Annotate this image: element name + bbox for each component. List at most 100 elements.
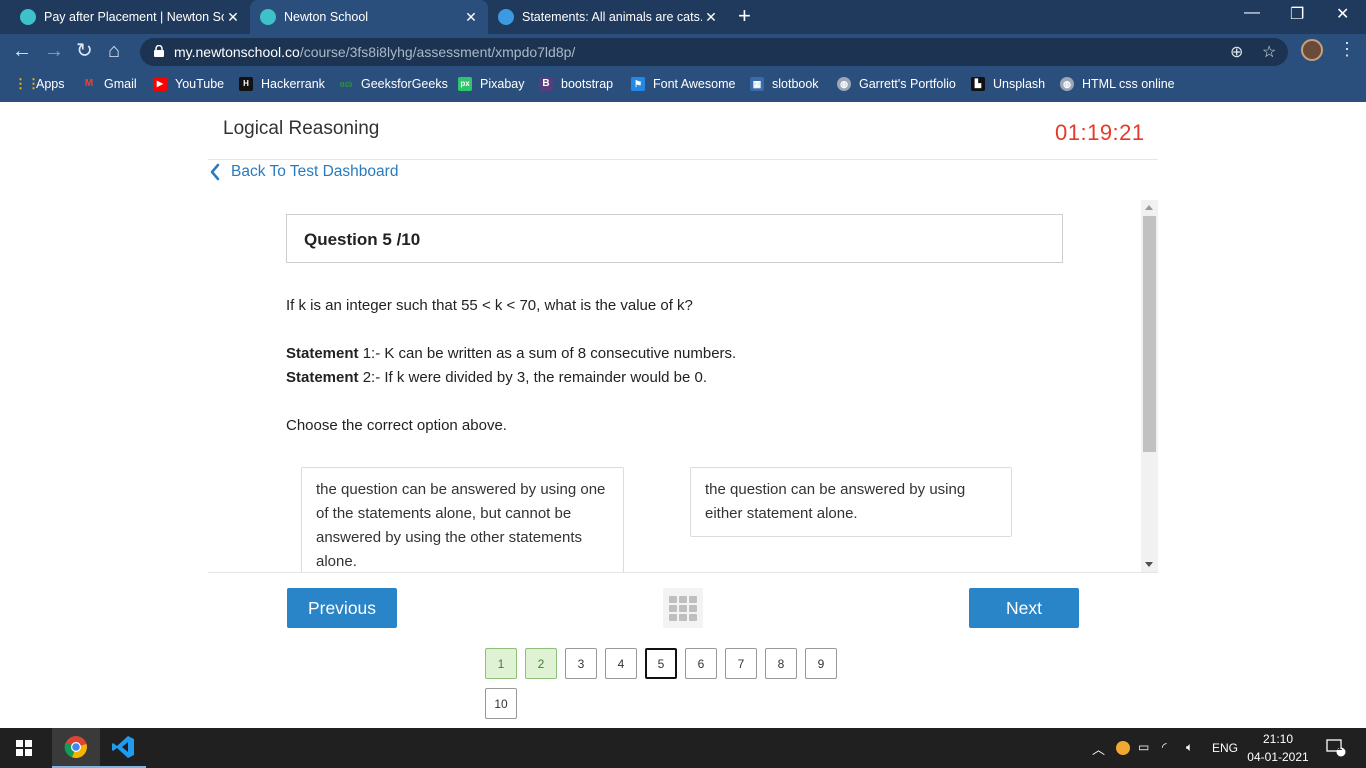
question-nav-7[interactable]: 7 — [725, 648, 757, 679]
reload-icon[interactable]: ↻ — [76, 40, 93, 62]
apps-grid-icon: ⋮⋮ — [14, 76, 40, 91]
newton-school-favicon-icon — [20, 9, 36, 25]
tab-title: Newton School — [284, 10, 369, 24]
chrome-taskbar-icon[interactable] — [52, 728, 100, 768]
question-nav-1[interactable]: 1 — [485, 648, 517, 679]
wifi-icon[interactable]: ◜ — [1162, 740, 1167, 754]
weather-icon[interactable] — [1114, 728, 1132, 768]
bookmark-slotbook[interactable]: ▦ slotbook — [750, 77, 819, 91]
question-grid-toggle-icon[interactable] — [663, 588, 703, 628]
home-icon[interactable]: ⌂ — [108, 40, 120, 62]
slotbook-icon: ▦ — [750, 77, 764, 91]
statement-1: Statement 1:- K can be written as a sum … — [286, 345, 736, 362]
battery-icon[interactable]: ▭ — [1138, 740, 1149, 754]
back-link-label: Back To Test Dashboard — [231, 163, 399, 180]
bookmark-hackerrank[interactable]: H Hackerrank — [239, 77, 325, 91]
tab-title: Pay after Placement | Newton Sch — [44, 10, 224, 24]
scroll-up-arrow-icon[interactable] — [1145, 205, 1153, 210]
volume-icon[interactable]: 🔈︎ — [1186, 740, 1193, 755]
browser-menu-icon[interactable]: ⋮ — [1338, 39, 1356, 60]
notification-count: 1 — [1337, 742, 1343, 752]
question-number: Question 5 /10 — [304, 230, 421, 249]
page-title: Logical Reasoning — [223, 118, 380, 139]
bookmark-youtube[interactable]: ▶ YouTube — [153, 77, 224, 91]
add-icon[interactable]: ⊕ — [1230, 42, 1243, 62]
bookmark-label: GeeksforGeeks — [361, 77, 448, 91]
restore-icon[interactable]: ❐ — [1290, 4, 1304, 24]
question-nav-3[interactable]: 3 — [565, 648, 597, 679]
close-tab-icon[interactable]: ✕ — [702, 9, 720, 26]
bookmark-label: Pixabay — [480, 77, 525, 91]
question-nav-4[interactable]: 4 — [605, 648, 637, 679]
bookmark-geeksforgeeks[interactable]: ɞɷ GeeksforGeeks — [339, 77, 448, 91]
gmail-icon: M — [84, 78, 94, 89]
url-text: my.newtonschool.co/course/3fs8i8lyhg/ass… — [174, 44, 575, 60]
hackerrank-icon: H — [239, 77, 253, 91]
windows-start-icon[interactable] — [0, 728, 48, 768]
globe-icon: ◍ — [1060, 77, 1074, 91]
tab-pay-after-placement[interactable]: Pay after Placement | Newton Sch ✕ — [0, 0, 250, 34]
question-prompt: If k is an integer such that 55 < k < 70… — [286, 297, 693, 314]
bookmark-html-css-online[interactable]: ◍ HTML css online — [1060, 77, 1175, 91]
scrollbar-thumb[interactable] — [1143, 216, 1156, 452]
close-tab-icon[interactable]: ✕ — [462, 9, 480, 26]
unsplash-icon: ▙ — [971, 77, 985, 91]
bookmark-label: Hackerrank — [261, 77, 325, 91]
question-nav-9[interactable]: 9 — [805, 648, 837, 679]
statement-label: Statement — [286, 369, 359, 386]
url-host: my.newtonschool.co — [174, 44, 300, 60]
bookmark-label: Apps — [36, 77, 65, 91]
clock-date[interactable]: 04-01-2021 — [1245, 750, 1311, 764]
clock-time[interactable]: 21:10 — [1245, 732, 1311, 746]
back-to-dashboard-link[interactable]: Back To Test Dashboard — [209, 163, 398, 181]
statement-text: 2:- If k were divided by 3, the remainde… — [358, 369, 708, 386]
notification-center-icon[interactable]: 1 — [1320, 728, 1352, 768]
back-arrow-icon[interactable]: ← — [12, 40, 32, 62]
next-button[interactable]: Next — [969, 588, 1079, 628]
new-tab-icon[interactable]: + — [738, 5, 751, 27]
header-divider — [208, 159, 1158, 160]
minimize-icon[interactable]: — — [1244, 4, 1260, 22]
question-panel: Question 5 /10 If k is an integer such t… — [208, 200, 1158, 572]
bookmark-star-icon[interactable]: ☆ — [1262, 42, 1276, 62]
forward-arrow-icon[interactable]: → — [44, 40, 64, 62]
bookmark-label: slotbook — [772, 77, 819, 91]
question-scrollbar[interactable] — [1141, 200, 1158, 572]
bookmark-pixabay[interactable]: px Pixabay — [458, 77, 524, 91]
footer-divider — [208, 572, 1158, 573]
question-nav-8[interactable]: 8 — [765, 648, 797, 679]
tab-statements[interactable]: Statements: All animals are cats. S ✕ — [488, 0, 728, 34]
scroll-down-arrow-icon[interactable] — [1145, 562, 1153, 567]
question-nav-2[interactable]: 2 — [525, 648, 557, 679]
lock-icon — [154, 45, 164, 57]
bookmark-garretts-portfolio[interactable]: ◍ Garrett's Portfolio — [837, 77, 956, 91]
bookmark-apps[interactable]: ⋮⋮ Apps — [14, 76, 65, 92]
address-bar[interactable]: my.newtonschool.co/course/3fs8i8lyhg/ass… — [140, 38, 1288, 66]
question-nav-10[interactable]: 10 — [485, 688, 517, 719]
geeksforgeeks-icon: ɞɷ — [339, 79, 353, 89]
bookmark-font-awesome[interactable]: ⚑ Font Awesome — [631, 77, 735, 91]
vscode-taskbar-icon[interactable] — [100, 728, 146, 768]
bookmark-bootstrap[interactable]: Bbootstrap — [539, 77, 613, 91]
tab-newton-school[interactable]: Newton School ✕ — [250, 0, 488, 34]
statement-text: 1:- K can be written as a sum of 8 conse… — [358, 345, 737, 362]
globe-icon: ◍ — [837, 77, 851, 91]
answer-option-2[interactable]: the question can be answered by using ei… — [690, 467, 1012, 537]
previous-button[interactable]: Previous — [287, 588, 397, 628]
bookmark-gmail[interactable]: M Gmail — [82, 77, 137, 91]
close-tab-icon[interactable]: ✕ — [224, 9, 242, 26]
question-header-box: Question 5 /10 — [286, 214, 1063, 263]
browser-toolbar: ← → ↻ ⌂ my.newtonschool.co/course/3fs8i8… — [0, 34, 1366, 70]
question-nav-6[interactable]: 6 — [685, 648, 717, 679]
answer-option-1[interactable]: the question can be answered by using on… — [301, 467, 624, 572]
close-window-icon[interactable]: ✕ — [1336, 4, 1349, 24]
bookmark-label: bootstrap — [561, 77, 614, 91]
language-indicator[interactable]: ENG — [1212, 741, 1238, 755]
bookmark-label: HTML css online — [1082, 77, 1175, 91]
question-nav-5[interactable]: 5 — [645, 648, 677, 679]
show-hidden-icons-chevron-icon[interactable]: ︿ — [1092, 739, 1105, 758]
profile-avatar[interactable] — [1301, 39, 1323, 61]
chevron-left-icon — [210, 163, 220, 181]
bookmark-unsplash[interactable]: ▙ Unsplash — [971, 77, 1045, 91]
flag-icon: ⚑ — [631, 77, 645, 91]
